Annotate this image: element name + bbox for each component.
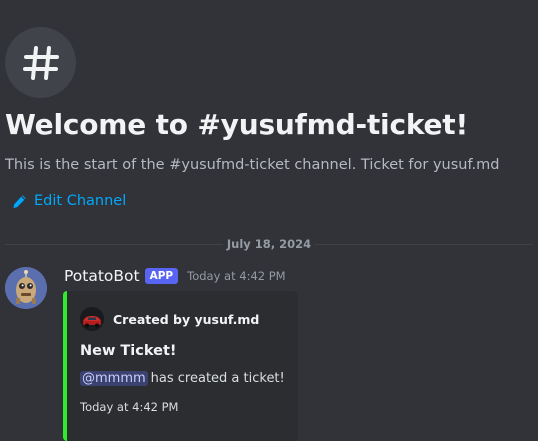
welcome-title: Welcome to #yusufmd-ticket! <box>5 108 469 141</box>
edit-channel-label: Edit Channel <box>34 193 127 209</box>
message-header: PotatoBot APP Today at 4:42 PM <box>64 267 286 285</box>
channel-hashtag-icon <box>5 27 76 98</box>
embed-description: @mmmm has created a ticket! <box>80 371 285 386</box>
embed-description-text: has created a ticket! <box>150 371 285 386</box>
welcome-subtitle: This is the start of the #yusufmd-ticket… <box>5 157 500 173</box>
robot-avatar-icon[interactable] <box>5 267 47 309</box>
author-name[interactable]: PotatoBot <box>64 267 140 285</box>
embed-footer-timestamp: Today at 4:42 PM <box>80 400 179 414</box>
message-timestamp[interactable]: Today at 4:42 PM <box>187 269 285 283</box>
pencil-icon <box>13 194 26 208</box>
app-badge: APP <box>144 268 179 284</box>
ticket-embed: Created by yusuf.md New Ticket! @mmmm ha… <box>63 291 298 441</box>
embed-author-name: Created by yusuf.md <box>113 311 260 327</box>
hashtag-icon <box>22 45 59 80</box>
edit-channel-button[interactable]: Edit Channel <box>12 193 126 209</box>
embed-author: Created by yusuf.md <box>80 307 259 331</box>
user-mention[interactable]: @mmmm <box>80 371 148 386</box>
divider-date: July 18, 2024 <box>222 237 316 251</box>
embed-title: New Ticket! <box>80 343 177 359</box>
car-avatar-icon <box>80 307 104 331</box>
